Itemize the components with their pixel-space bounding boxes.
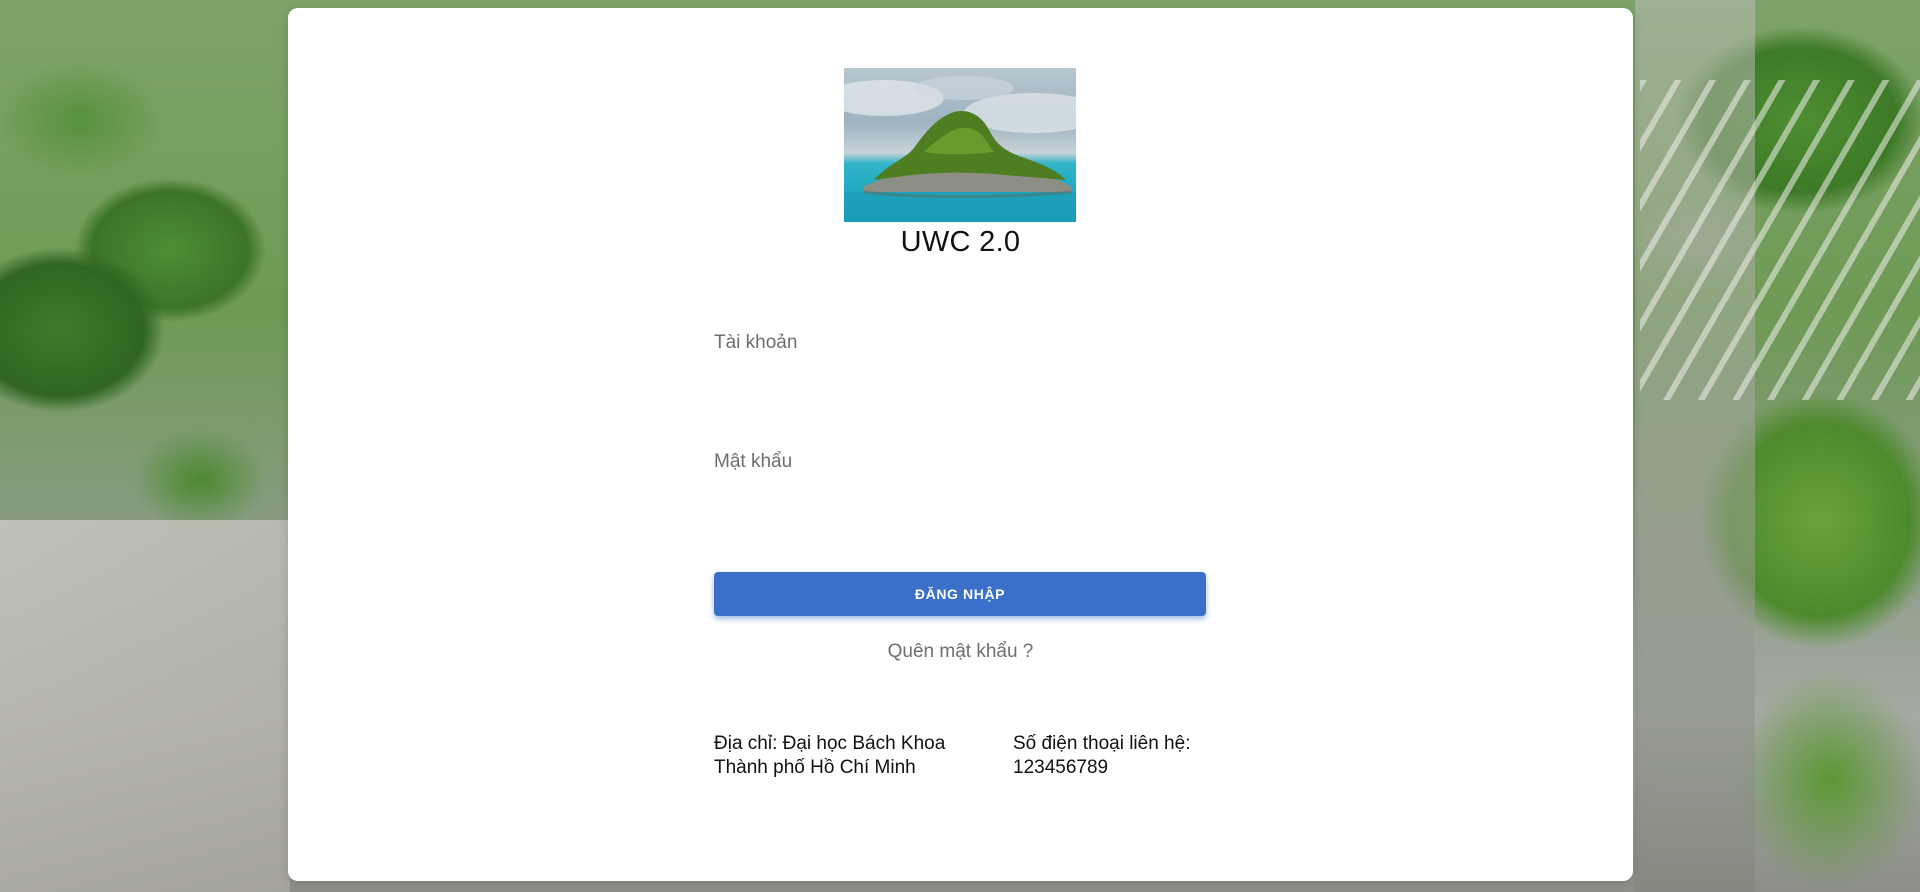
island-logo-icon	[844, 68, 1076, 222]
phone-label: Số điện thoại liên hệ:	[1013, 733, 1191, 754]
background-walkway	[0, 520, 290, 892]
login-card: UWC 2.0 Tài khoản Mật khẩu ĐĂNG NHẬP Quê…	[288, 8, 1633, 881]
password-field[interactable]: Mật khẩu	[714, 451, 1210, 512]
login-button[interactable]: ĐĂNG NHẬP	[714, 572, 1206, 616]
phone-number: 123456789	[1013, 757, 1109, 778]
forgot-password-link[interactable]: Quên mật khẩu ?	[288, 641, 1633, 663]
footer-address: Địa chỉ: Đại học Bách Khoa Thành phố Hồ …	[714, 732, 984, 780]
footer-phone: Số điện thoại liên hệ: 123456789	[1013, 732, 1253, 780]
username-field[interactable]: Tài khoản	[714, 332, 1210, 393]
password-input[interactable]	[714, 479, 1210, 511]
username-label: Tài khoản	[714, 332, 798, 353]
password-label: Mật khẩu	[714, 451, 793, 472]
background-fence	[1640, 80, 1920, 400]
app-title: UWC 2.0	[900, 226, 1021, 258]
username-input[interactable]	[714, 360, 1210, 392]
address-line-1: Địa chỉ: Đại học Bách Khoa	[714, 733, 946, 754]
address-line-2: Thành phố Hồ Chí Minh	[714, 757, 916, 778]
